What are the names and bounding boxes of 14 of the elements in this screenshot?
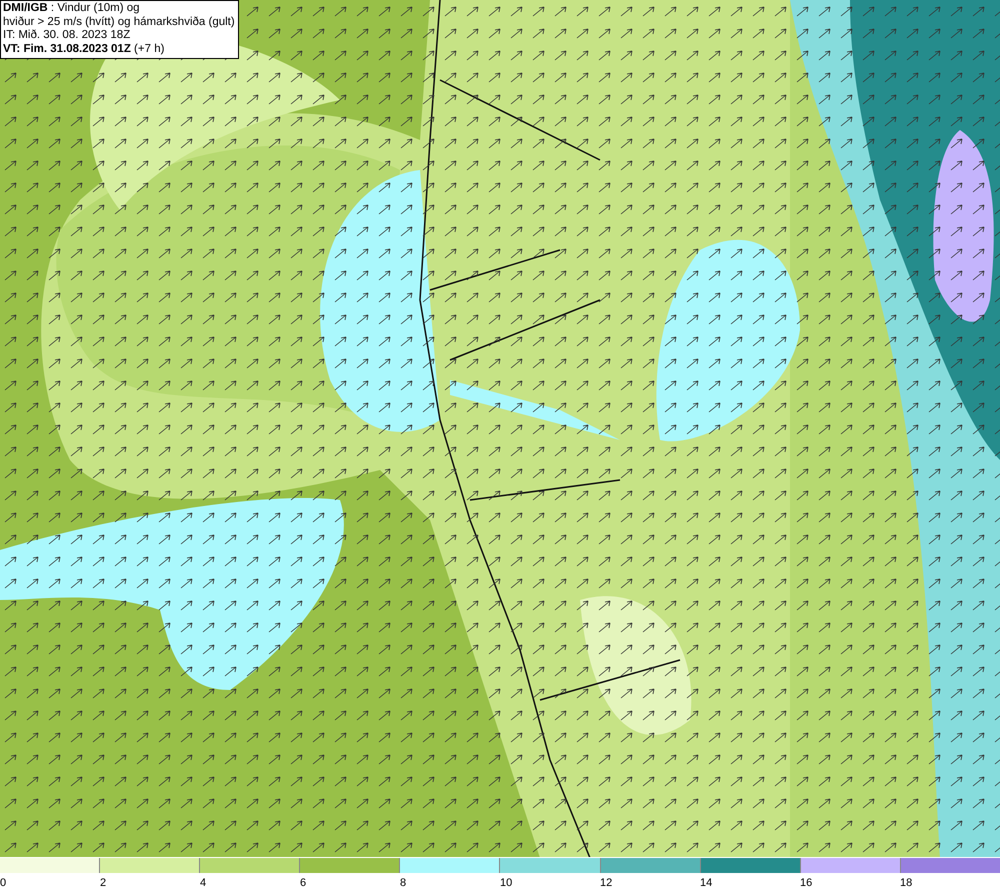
title-line: IT: Mið. 30. 08. 2023 18Z <box>3 29 132 42</box>
legend-label: 6 <box>300 877 306 887</box>
title-line: hviður > 25 m/s (hvítt) og hámarkshviða (gult) <box>3 16 235 29</box>
title-line: DMI/IGB : Vindur (10m) og <box>3 2 141 16</box>
legend-label: 10 <box>500 877 512 887</box>
legend-label: 12 <box>600 877 612 887</box>
legend-label: 8 <box>400 877 406 887</box>
legend-label: 2 <box>100 877 106 887</box>
legend-label: 14 <box>700 877 712 887</box>
legend-label: 16 <box>800 877 812 887</box>
legend-label: 18 <box>900 877 912 887</box>
title-line: VT: Fim. 31.08.2023 01Z (+7 h) <box>3 42 166 56</box>
legend-label: 0 <box>0 877 6 887</box>
legend-label: 4 <box>200 877 206 887</box>
